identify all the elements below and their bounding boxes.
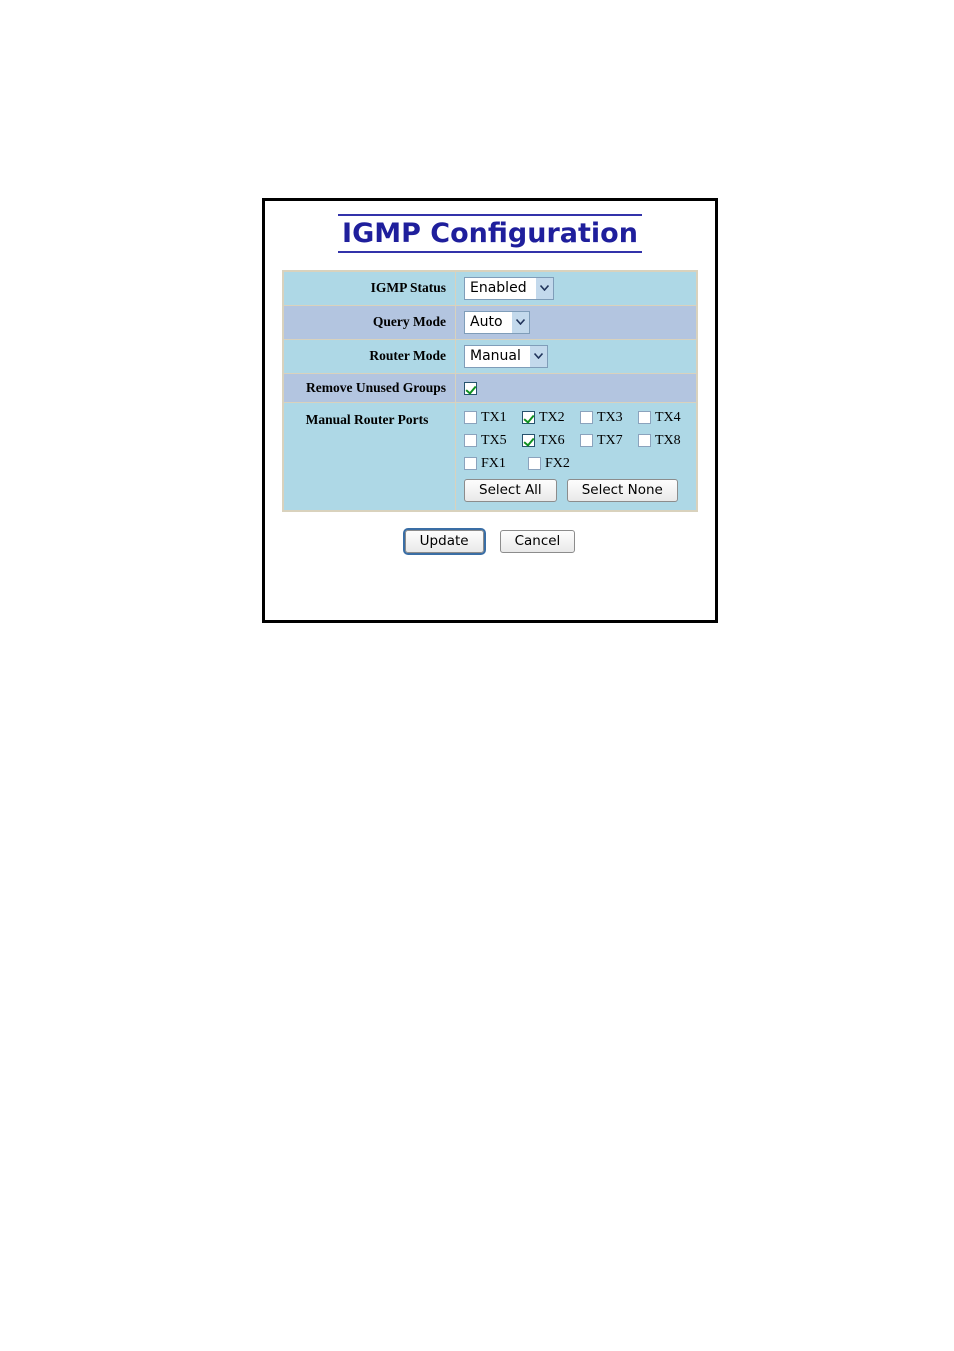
port-item-fx1[interactable]: FX1 xyxy=(464,456,528,472)
igmp-status-select-value: Enabled xyxy=(470,280,527,297)
port-checkbox-tx6[interactable] xyxy=(522,434,535,448)
port-item-tx5[interactable]: TX5 xyxy=(464,433,522,449)
port-checkbox-tx8[interactable] xyxy=(638,434,651,448)
port-item-tx6[interactable]: TX6 xyxy=(522,433,580,449)
port-label-tx1: TX1 xyxy=(481,409,507,425)
manual-router-ports-group: TX1 TX2 TX3 TX4 TX5 TX6 TX7 TX8 FX1 FX2 … xyxy=(455,401,698,512)
port-label-tx7: TX7 xyxy=(597,432,623,448)
port-label-fx2: FX2 xyxy=(545,455,570,471)
port-item-tx4[interactable]: TX4 xyxy=(638,410,696,426)
chevron-down-icon[interactable] xyxy=(528,345,547,367)
select-none-button[interactable]: Select None xyxy=(566,478,678,502)
igmp-settings-table: IGMP Status Enabled Query Mode Auto Rout… xyxy=(282,269,698,512)
table-row: Manual Router Ports TX1 TX2 TX3 TX4 TX5 … xyxy=(282,401,698,512)
router-mode-select[interactable]: Manual xyxy=(464,344,548,368)
port-item-tx1[interactable]: TX1 xyxy=(464,410,522,426)
igmp-status-select[interactable]: Enabled xyxy=(464,276,554,300)
remove-unused-groups-checkbox[interactable] xyxy=(464,381,477,395)
table-row: IGMP Status Enabled xyxy=(282,270,698,306)
row-label-router-mode: Router Mode xyxy=(282,338,456,374)
port-item-fx2[interactable]: FX2 xyxy=(528,456,592,472)
port-row-3: FX1 FX2 xyxy=(464,456,696,472)
port-label-tx4: TX4 xyxy=(655,409,681,425)
page-title-text: IGMP Configuration xyxy=(338,214,642,253)
cancel-button[interactable]: Cancel xyxy=(499,529,576,553)
port-row-1: TX1 TX2 TX3 TX4 xyxy=(464,410,696,426)
port-checkbox-tx2[interactable] xyxy=(522,411,535,425)
query-mode-select[interactable]: Auto xyxy=(464,310,530,334)
port-checkbox-tx1[interactable] xyxy=(464,411,477,425)
port-checkbox-fx1[interactable] xyxy=(464,457,477,471)
port-item-tx3[interactable]: TX3 xyxy=(580,410,638,426)
row-label-manual-router-ports: Manual Router Ports xyxy=(282,401,456,512)
port-label-tx6: TX6 xyxy=(539,432,565,448)
port-checkbox-tx7[interactable] xyxy=(580,434,593,448)
router-mode-select-value: Manual xyxy=(470,348,521,365)
chevron-down-icon[interactable] xyxy=(510,311,529,333)
action-bar: Update Cancel xyxy=(265,527,715,555)
port-item-tx7[interactable]: TX7 xyxy=(580,433,638,449)
port-item-tx8[interactable]: TX8 xyxy=(638,433,696,449)
port-label-tx5: TX5 xyxy=(481,432,507,448)
select-all-button[interactable]: Select All xyxy=(464,478,557,502)
chevron-down-icon[interactable] xyxy=(534,277,553,299)
port-label-fx1: FX1 xyxy=(481,455,506,471)
row-label-query-mode: Query Mode xyxy=(282,304,456,340)
row-value-router-mode: Manual xyxy=(455,338,698,374)
page-title: IGMP Configuration xyxy=(265,214,715,253)
port-label-tx3: TX3 xyxy=(597,409,623,425)
port-checkbox-tx3[interactable] xyxy=(580,411,593,425)
row-label-remove-unused-groups: Remove Unused Groups xyxy=(282,372,456,403)
table-row: Query Mode Auto xyxy=(282,304,698,340)
query-mode-select-value: Auto xyxy=(470,314,503,331)
row-label-igmp-status: IGMP Status xyxy=(282,270,456,306)
port-item-tx2[interactable]: TX2 xyxy=(522,410,580,426)
table-row: Router Mode Manual xyxy=(282,338,698,374)
port-checkbox-fx2[interactable] xyxy=(528,457,541,471)
port-label-tx8: TX8 xyxy=(655,432,681,448)
port-checkbox-tx5[interactable] xyxy=(464,434,477,448)
table-row: Remove Unused Groups xyxy=(282,372,698,403)
port-row-2: TX5 TX6 TX7 TX8 xyxy=(464,433,696,449)
row-value-query-mode: Auto xyxy=(455,304,698,340)
port-label-tx2: TX2 xyxy=(539,409,565,425)
igmp-configuration-window: IGMP Configuration IGMP Status Enabled Q… xyxy=(262,198,718,623)
row-value-igmp-status: Enabled xyxy=(455,270,698,306)
port-selection-buttons: Select All Select None xyxy=(464,478,696,502)
row-value-remove-unused-groups xyxy=(455,372,698,403)
update-button[interactable]: Update xyxy=(402,527,486,555)
port-checkbox-tx4[interactable] xyxy=(638,411,651,425)
